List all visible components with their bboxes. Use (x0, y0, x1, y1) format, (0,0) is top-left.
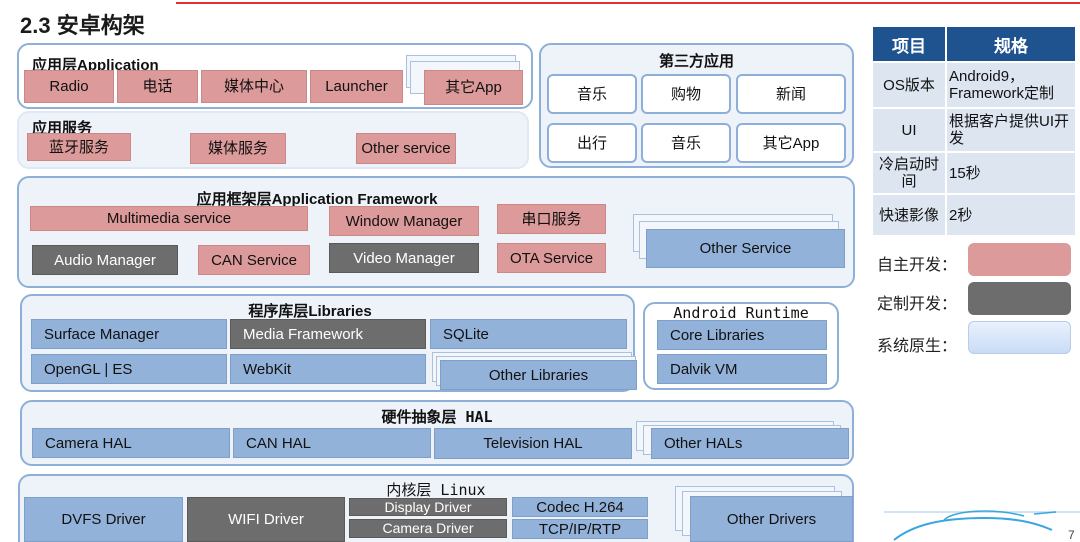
legend-swatch-custom-dev (968, 282, 1071, 315)
kernel-wifi-driver: WIFI Driver (187, 497, 345, 542)
spec-cell: 2秒 (945, 193, 1077, 237)
app-other-apps: 其它App (424, 70, 523, 105)
app-launcher: Launcher (310, 70, 403, 103)
third-party-travel: 出行 (547, 123, 637, 163)
car-outline-icon (884, 510, 1080, 541)
app-radio: Radio (24, 70, 114, 103)
page-title: 2.3 安卓构架 (20, 13, 145, 38)
legend-label-custom-dev: 定制开发： (877, 296, 958, 313)
third-party-other-apps: 其它App (736, 123, 846, 163)
kernel-codec: Codec H.264 (512, 497, 648, 517)
spec-header-item: 项目 (871, 25, 947, 63)
legend-label-native: 系统原生： (877, 338, 958, 355)
spec-cell: 快速影像 (871, 193, 947, 237)
libraries-title: 程序库层Libraries (248, 303, 372, 320)
runtime-core-libraries: Core Libraries (657, 320, 827, 350)
spec-header-spec: 规格 (945, 25, 1077, 63)
service-other: Other service (356, 133, 456, 164)
framework-multimedia-service: Multimedia service (30, 206, 308, 231)
kernel-dvfs-driver: DVFS Driver (24, 497, 183, 542)
spec-cell: 15秒 (945, 151, 1077, 195)
lib-other-libraries: Other Libraries (440, 360, 637, 390)
framework-other-service: Other Service (646, 229, 845, 268)
spec-cell: UI (871, 107, 947, 153)
spec-cell: 根据客户提供UI开发 (945, 107, 1077, 153)
runtime-dalvik-vm: Dalvik VM (657, 354, 827, 384)
app-media-center: 媒体中心 (201, 70, 307, 103)
title-divider (176, 2, 1080, 4)
third-party-title: 第三方应用 (658, 53, 734, 70)
hal-other: Other HALs (651, 428, 849, 459)
framework-serial-service: 串口服务 (497, 204, 606, 234)
spec-table: 项目 规格 OS版本 Android9，Framework定制 UI 根据客户提… (871, 25, 1077, 237)
legend-label-own-dev: 自主开发： (877, 257, 958, 274)
framework-can-service: CAN Service (198, 245, 310, 275)
spec-cell: OS版本 (871, 61, 947, 109)
third-party-music-2: 音乐 (641, 123, 731, 163)
third-party-news: 新闻 (736, 74, 846, 114)
kernel-tcpip: TCP/IP/RTP (512, 519, 648, 539)
kernel-display-driver: Display Driver (349, 498, 507, 516)
lib-opengl-es: OpenGL | ES (31, 354, 227, 384)
framework-window-manager: Window Manager (329, 206, 479, 236)
framework-audio-manager: Audio Manager (32, 245, 178, 275)
lib-media-framework: Media Framework (230, 319, 426, 349)
hal-can: CAN HAL (233, 428, 431, 458)
spec-cell: 冷启动时间 (871, 151, 947, 195)
third-party-shopping: 购物 (641, 74, 731, 114)
legend-swatch-native (968, 321, 1071, 354)
spec-cell: Android9，Framework定制 (945, 61, 1077, 109)
third-party-music: 音乐 (547, 74, 637, 114)
page-number: 7 (1068, 528, 1075, 542)
lib-webkit: WebKit (230, 354, 426, 384)
kernel-other-drivers: Other Drivers (690, 496, 853, 542)
service-media: 媒体服务 (190, 133, 286, 164)
lib-sqlite: SQLite (430, 319, 627, 349)
app-phone: 电话 (117, 70, 198, 103)
hal-camera: Camera HAL (32, 428, 230, 458)
framework-video-manager: Video Manager (329, 243, 479, 273)
framework-ota-service: OTA Service (497, 243, 606, 273)
hal-television: Television HAL (434, 428, 632, 459)
lib-surface-manager: Surface Manager (31, 319, 227, 349)
legend-swatch-own-dev (968, 243, 1071, 276)
kernel-camera-driver: Camera Driver (349, 519, 507, 538)
service-bluetooth: 蓝牙服务 (27, 133, 131, 161)
